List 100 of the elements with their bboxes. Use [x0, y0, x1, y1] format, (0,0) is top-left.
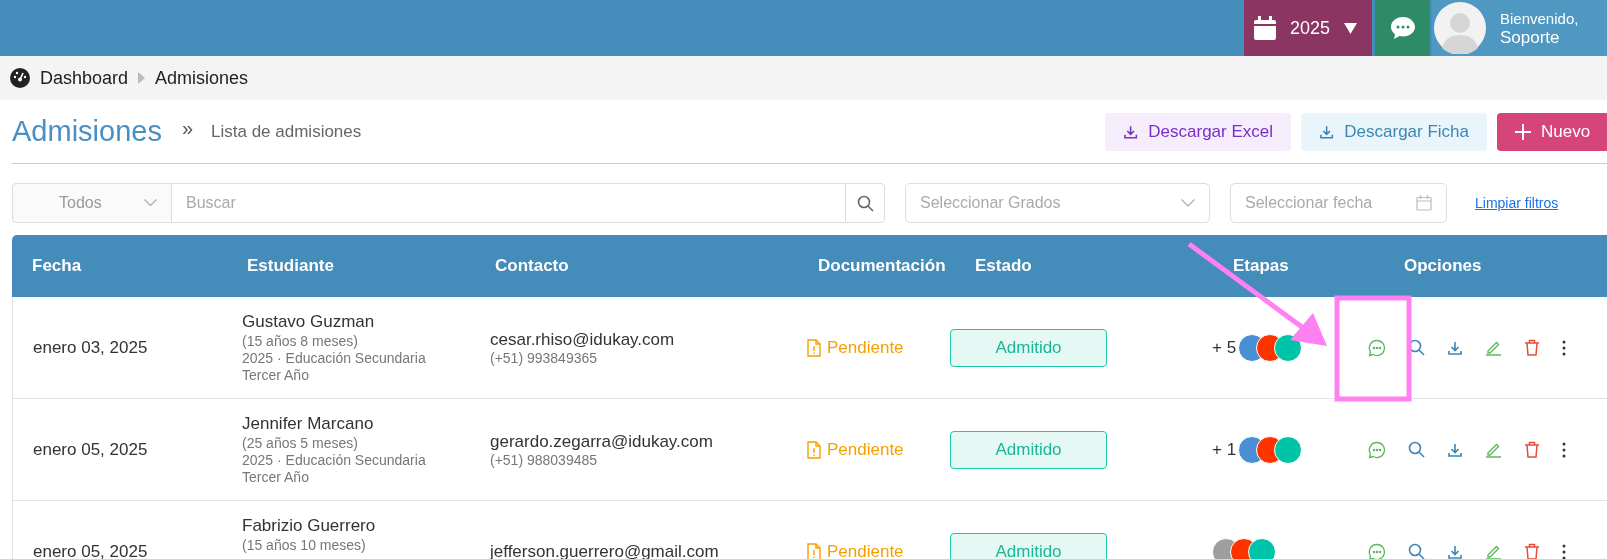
download-button[interactable]: Descargar Ficha	[1301, 112, 1487, 151]
chevron-down-icon	[1181, 199, 1195, 207]
pencil-icon	[1485, 339, 1502, 356]
page-title: Admisiones	[12, 115, 162, 148]
student-name: Gustavo Guzman	[242, 311, 376, 333]
comment-button[interactable]	[1368, 338, 1386, 357]
gauge-icon	[10, 68, 30, 88]
search-field[interactable]: Buscar	[172, 183, 845, 223]
comment-button[interactable]	[1368, 542, 1386, 559]
page-subtitle: Lista de admisiones	[211, 121, 362, 142]
search-icon	[1408, 441, 1425, 458]
view-button[interactable]	[1408, 441, 1425, 458]
more-icon	[1562, 441, 1566, 458]
delete-button[interactable]	[1524, 441, 1540, 458]
download-button[interactable]	[1447, 339, 1463, 356]
download-button[interactable]: Descargar Excel	[1105, 112, 1291, 151]
edit-button[interactable]	[1485, 339, 1502, 356]
comment-button[interactable]	[1368, 440, 1386, 459]
grades-select[interactable]: Seleccionar Grados	[905, 183, 1210, 223]
download-button[interactable]	[1447, 543, 1463, 559]
greeting-text: Bienvenido,	[1500, 9, 1579, 28]
student-age: (15 años 10 meses)	[242, 537, 367, 554]
trash-icon	[1524, 543, 1540, 559]
date-cell-text: enero 03, 2025	[32, 337, 149, 358]
stage-count: + 5	[1212, 337, 1237, 358]
status-badge: Admitido	[950, 532, 1107, 559]
trash-icon	[1524, 339, 1540, 356]
chevron-right-icon	[138, 72, 146, 84]
student-age: (15 años 8 meses)	[242, 333, 359, 350]
student-grade: 2025 · Educación Secundaria	[242, 452, 427, 469]
view-button[interactable]	[1408, 543, 1425, 559]
contact-email: cesar.rhiso@idukay.com	[490, 329, 676, 350]
calendar-icon	[1254, 16, 1276, 40]
avatar[interactable]	[1434, 2, 1486, 54]
contact-email: gerardo.zegarra@idukay.com	[490, 431, 714, 452]
column-header: Contacto	[494, 256, 570, 276]
more-icon	[1562, 339, 1566, 356]
caret-down-icon	[1344, 22, 1358, 34]
student-grade: 2025 · Educación Secundaria	[242, 350, 427, 367]
column-header: Estudiante	[246, 256, 335, 276]
chat-icon	[1389, 16, 1416, 40]
breadcrumb-link[interactable]: Dashboard	[40, 67, 129, 89]
comment-icon	[1368, 542, 1386, 559]
more-icon	[1562, 543, 1566, 559]
new-button[interactable]: Nuevo	[1497, 112, 1607, 151]
user-name: Soporte	[1500, 28, 1561, 47]
search-button[interactable]	[845, 183, 885, 223]
documentation-status: Pendiente	[827, 337, 904, 358]
download-icon	[1123, 123, 1139, 140]
date-cell-text: enero 05, 2025	[32, 439, 149, 460]
column-header: Fecha	[31, 256, 83, 276]
document-warning-icon	[807, 338, 821, 357]
status-badge: Admitido	[950, 430, 1107, 469]
date-picker[interactable]: Seleccionar fecha	[1230, 183, 1447, 223]
comment-icon	[1368, 440, 1386, 459]
calendar-icon	[1416, 195, 1432, 211]
pencil-icon	[1485, 441, 1502, 458]
documentation-status: Pendiente	[827, 439, 904, 460]
status-badge: Admitido	[950, 328, 1107, 367]
document-warning-icon	[807, 542, 821, 559]
trash-icon	[1524, 441, 1540, 458]
document-warning-icon	[807, 440, 821, 459]
stage-count: + 1	[1212, 439, 1237, 460]
download-icon	[1319, 123, 1335, 140]
download-icon	[1447, 543, 1463, 559]
more-button[interactable]	[1562, 441, 1566, 458]
delete-button[interactable]	[1524, 339, 1540, 356]
student-name: Fabrizio Guerrero	[242, 515, 377, 537]
contact-phone: (+51) 988039485	[490, 451, 599, 468]
search-icon	[1408, 543, 1425, 559]
clear-filters-link[interactable]: Limpiar filtros	[1475, 195, 1559, 211]
student-age: (25 años 5 meses)	[242, 435, 359, 452]
student-section: Tercer Año	[242, 367, 476, 384]
separator-glyph: »	[181, 117, 194, 140]
type-select[interactable]: Todos	[12, 183, 172, 223]
documentation-status: Pendiente	[827, 541, 904, 559]
student-section: Tercer Año	[242, 469, 476, 486]
column-header: Opciones	[1403, 256, 1483, 276]
plus-icon	[1515, 123, 1531, 140]
pencil-icon	[1485, 543, 1502, 559]
delete-button[interactable]	[1524, 543, 1540, 559]
edit-button[interactable]	[1485, 543, 1502, 559]
download-button[interactable]	[1447, 441, 1463, 458]
edit-button[interactable]	[1485, 441, 1502, 458]
column-header: Documentación	[817, 256, 947, 276]
contact-phone: (+51) 993849365	[490, 349, 599, 366]
year-selector[interactable]: 2025	[1244, 0, 1372, 56]
chevron-down-icon	[144, 199, 157, 207]
student-name: Jennifer Marcano	[242, 413, 375, 435]
download-icon	[1447, 339, 1463, 356]
more-button[interactable]	[1562, 543, 1566, 559]
column-header: Estado	[974, 256, 1033, 276]
search-icon	[856, 194, 874, 212]
breadcrumb-link[interactable]: Admisiones	[155, 67, 249, 89]
column-header: Etapas	[1232, 256, 1290, 276]
date-cell-text: enero 05, 2025	[32, 541, 149, 559]
comment-icon	[1368, 338, 1386, 357]
download-icon	[1447, 441, 1463, 458]
more-button[interactable]	[1562, 339, 1566, 356]
chat-button[interactable]	[1375, 0, 1430, 56]
